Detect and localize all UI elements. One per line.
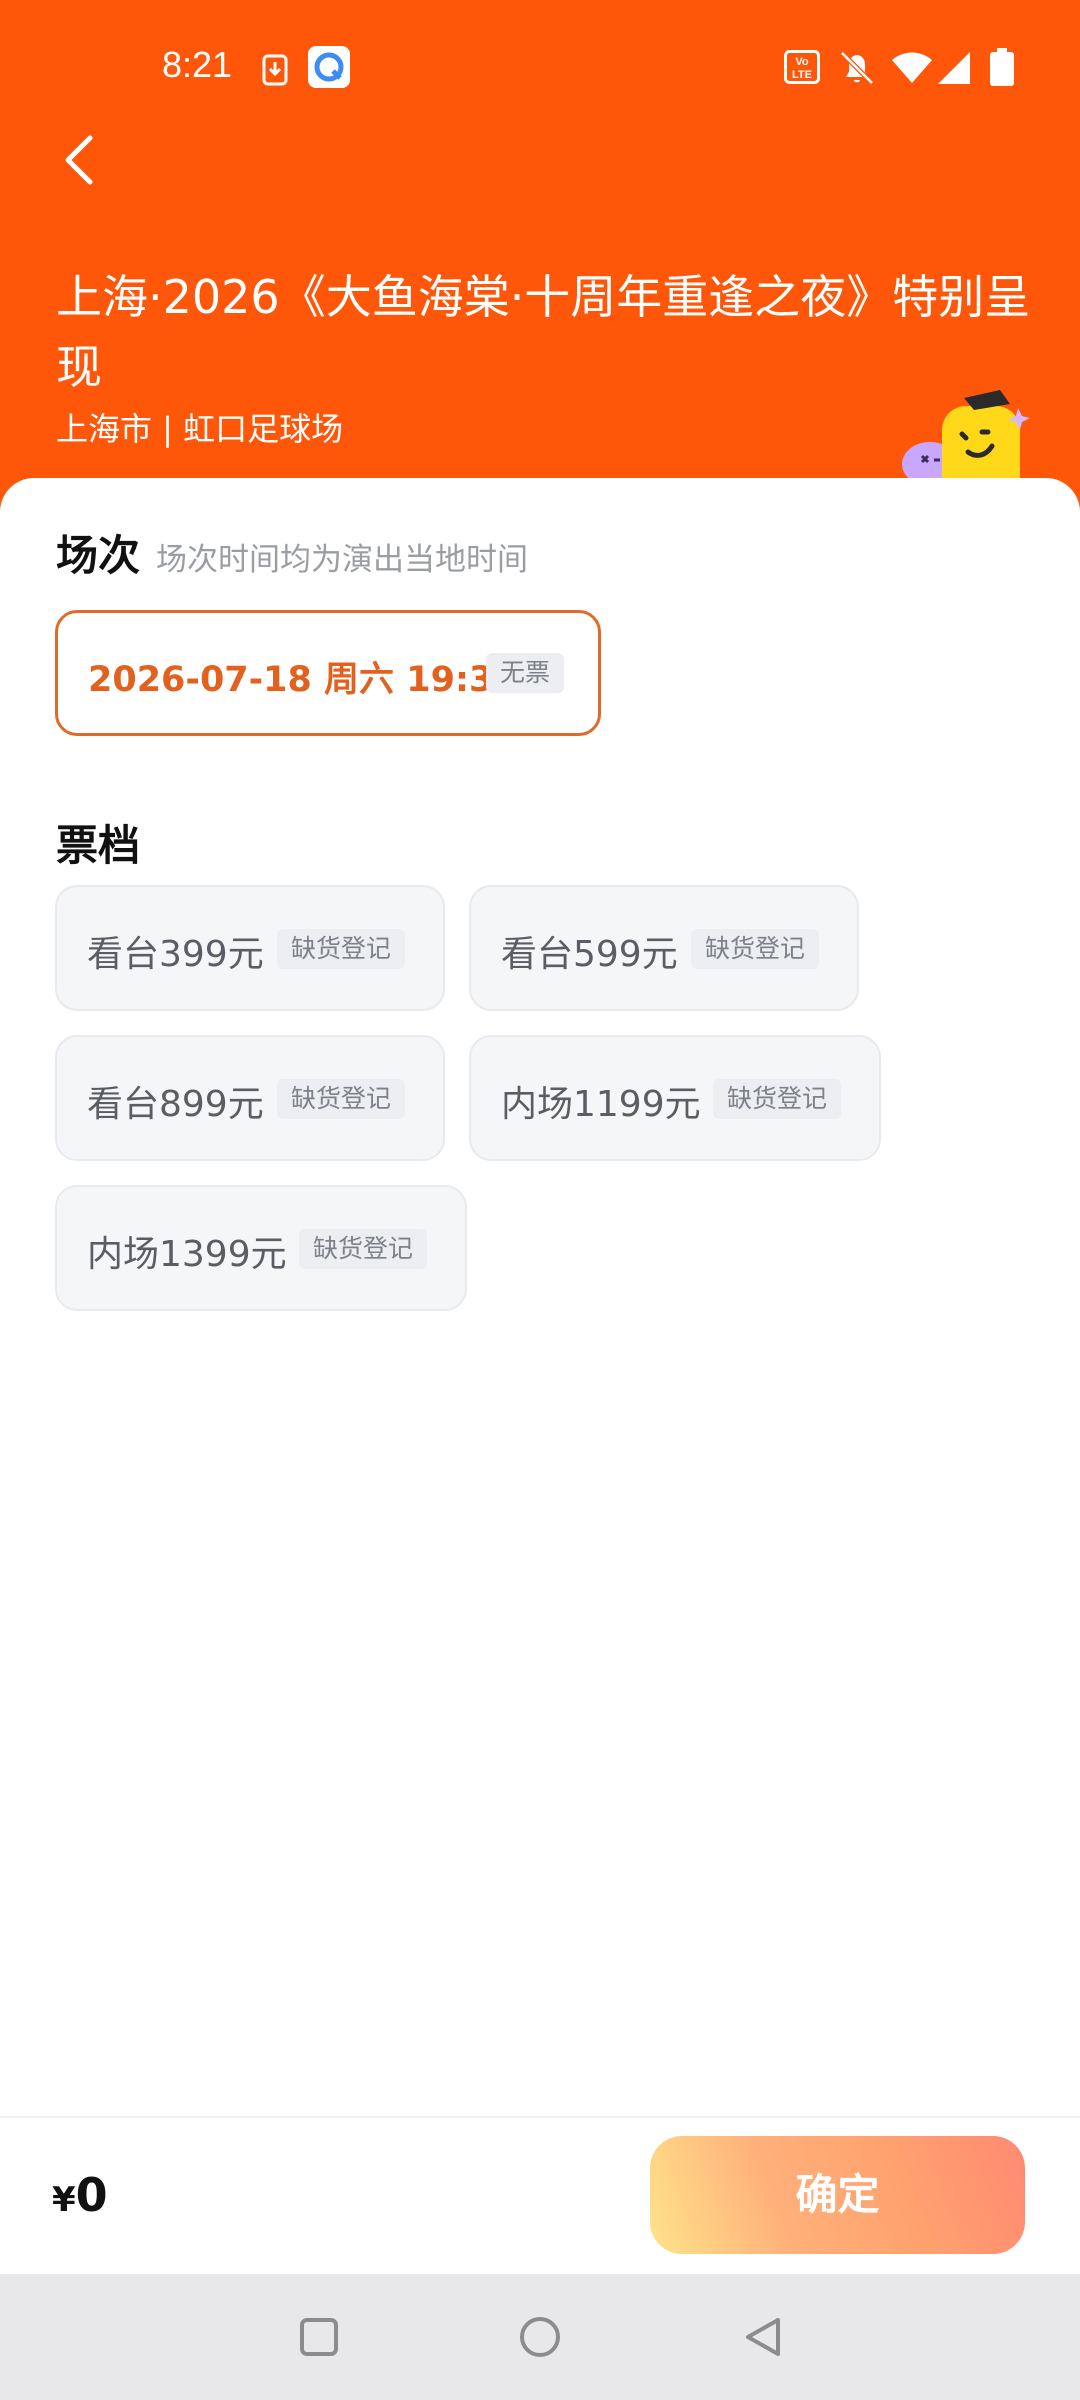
tier-option[interactable]: 看台399元 缺货登记	[55, 885, 445, 1011]
volte-icon: Vo LTE	[784, 50, 820, 84]
price-amount: 0	[75, 2168, 108, 2222]
session-section-title: 场次	[56, 531, 141, 580]
bell-muted-icon	[840, 51, 874, 85]
status-time: 8:21	[162, 44, 233, 85]
recent-apps-button[interactable]	[294, 2312, 344, 2362]
tier-waitlist-badge: 缺货登记	[713, 1079, 842, 1119]
tier-label: 内场1199元	[501, 1084, 701, 1125]
tier-label: 内场1399元	[87, 1234, 287, 1275]
tier-option[interactable]: 内场1399元 缺货登记	[55, 1185, 467, 1311]
session-option[interactable]: 2026-07-18 周六 19:30 无票	[55, 610, 601, 736]
tier-section-title: 票档	[56, 821, 141, 870]
tier-waitlist-badge: 缺货登记	[277, 929, 406, 969]
total-price: ¥0	[52, 2168, 108, 2222]
back-nav-button[interactable]	[738, 2312, 788, 2362]
signal-icon	[938, 52, 970, 84]
tier-label: 看台899元	[87, 1084, 264, 1125]
svg-text:LTE: LTE	[792, 69, 812, 81]
session-datetime: 2026-07-18 周六 19:30	[88, 660, 518, 700]
session-section-hint: 场次时间均为演出当地时间	[156, 542, 528, 578]
download-notification-icon	[262, 54, 288, 86]
back-button[interactable]	[52, 130, 112, 190]
app-notification-icon	[308, 46, 350, 88]
tier-label: 看台399元	[87, 934, 264, 975]
tier-option[interactable]: 看台599元 缺货登记	[469, 885, 859, 1011]
session-status-badge: 无票	[486, 653, 565, 693]
tier-waitlist-badge: 缺货登记	[299, 1229, 428, 1269]
system-nav-bar	[0, 2274, 1080, 2400]
event-location: 上海市 | 虹口足球场	[56, 410, 344, 448]
tier-waitlist-badge: 缺货登记	[277, 1079, 406, 1119]
status-bar: 8:21 Vo LTE	[0, 0, 1080, 135]
confirm-button[interactable]: 确定	[650, 2136, 1025, 2254]
tier-option[interactable]: 看台899元 缺货登记	[55, 1035, 445, 1161]
event-title: 上海·2026《大鱼海棠·十周年重逢之夜》特别呈现	[56, 270, 1031, 394]
wifi-icon	[892, 52, 932, 83]
tier-label: 看台599元	[501, 934, 678, 975]
content-sheet	[0, 478, 1080, 2400]
home-button[interactable]	[515, 2312, 565, 2362]
battery-icon	[990, 48, 1014, 86]
currency-symbol: ¥	[52, 2180, 76, 2220]
tier-option[interactable]: 内场1199元 缺货登记	[469, 1035, 881, 1161]
tier-waitlist-badge: 缺货登记	[691, 929, 820, 969]
svg-text:Vo: Vo	[795, 56, 809, 68]
